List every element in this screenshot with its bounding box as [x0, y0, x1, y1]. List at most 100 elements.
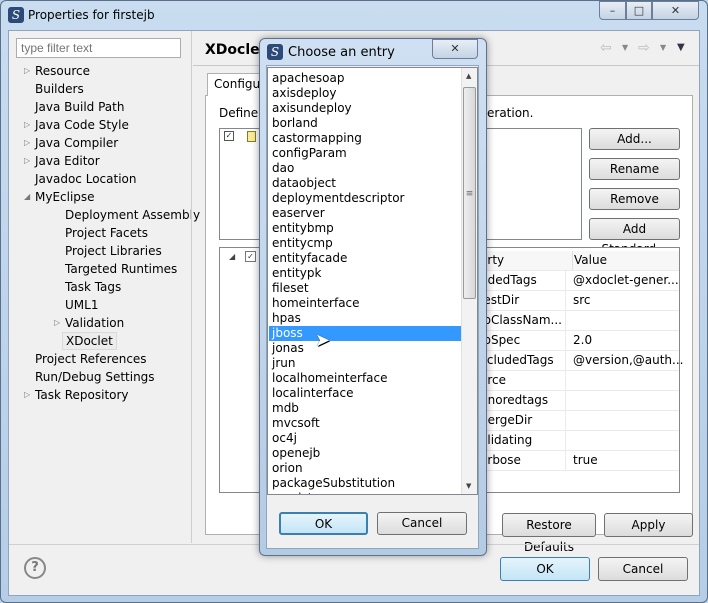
table-row[interactable]: alidating: [480, 431, 679, 451]
list-item[interactable]: entityfacade: [269, 251, 461, 266]
help-icon[interactable]: ?: [24, 557, 46, 579]
list-item[interactable]: apachesoap: [269, 71, 461, 86]
scroll-up-icon[interactable]: ▲: [466, 72, 471, 80]
remove-button[interactable]: Remove: [589, 188, 680, 210]
table-row[interactable]: xcludedTags @version,@auth...: [480, 351, 683, 371]
list-item[interactable]: mvcsoft: [269, 416, 461, 431]
entry-list-scrollbar[interactable]: ▲ ≡ ▼: [461, 68, 477, 494]
restore-defaults-button[interactable]: Restore Defaults: [502, 513, 596, 554]
sidebar-item[interactable]: XDoclet: [62, 332, 117, 350]
sidebar-item[interactable]: Java Editor: [35, 152, 100, 170]
property-value: @xdoclet-gener...: [565, 271, 679, 291]
property-name: gnoredtags: [480, 393, 549, 407]
list-item[interactable]: easerver: [269, 206, 461, 221]
list-item[interactable]: configParam: [269, 146, 461, 161]
collapsed-arrow-icon[interactable]: ▷: [24, 390, 30, 399]
sidebar-item[interactable]: Project Libraries: [65, 242, 162, 260]
table-row[interactable]: erbose true: [480, 451, 679, 471]
table-row[interactable]: jbClassNam...: [480, 311, 679, 331]
list-item[interactable]: oc4j: [269, 431, 461, 446]
list-item[interactable]: entitybmp: [269, 221, 461, 236]
forward-arrow-icon[interactable]: ⇨: [638, 40, 650, 56]
forward-menu-icon[interactable]: ▼: [660, 43, 666, 52]
table-row[interactable]: jbSpec 2.0: [480, 331, 679, 351]
list-item[interactable]: localinterface: [269, 386, 461, 401]
sidebar-item[interactable]: Task Repository: [35, 386, 129, 404]
ok-button[interactable]: OK: [500, 557, 590, 581]
sidebar-item[interactable]: Java Compiler: [35, 134, 118, 152]
list-item[interactable]: entitycmp: [269, 236, 461, 251]
sidebar-item[interactable]: Targeted Runtimes: [65, 260, 177, 278]
expanded-arrow-icon[interactable]: ◢: [24, 192, 30, 201]
sidebar-item[interactable]: Project Facets: [65, 224, 148, 242]
sidebar-item[interactable]: Run/Debug Settings: [35, 368, 155, 386]
entry-list[interactable]: apachesoap axisdeploy axisundeploy borland c…: [267, 67, 478, 495]
list-item[interactable]: homeinterface: [269, 296, 461, 311]
table-row[interactable]: ddedTags @xdoclet-gener...: [480, 271, 679, 291]
sidebar-item[interactable]: Java Code Style: [35, 116, 129, 134]
collapsed-arrow-icon[interactable]: ▷: [24, 120, 30, 129]
table-row[interactable]: nergeDir: [480, 411, 679, 431]
close-button[interactable]: ✕: [652, 1, 699, 20]
scroll-thumb[interactable]: ≡: [463, 87, 476, 299]
dialog-close-button[interactable]: ✕: [432, 39, 478, 59]
dialog-ok-button[interactable]: OK: [279, 512, 368, 535]
list-item[interactable]: openejb: [269, 446, 461, 461]
add-standard-button[interactable]: Add Standard...: [589, 218, 680, 256]
list-item[interactable]: deploymentdescriptor: [269, 191, 461, 206]
dialog-cancel-button[interactable]: Cancel: [377, 512, 467, 535]
checkbox[interactable]: ✓: [224, 131, 234, 141]
sidebar-item[interactable]: Java Build Path: [35, 98, 124, 116]
sidebar-item[interactable]: MyEclipse: [35, 188, 95, 206]
property-name: alidating: [480, 433, 533, 447]
table-row[interactable]: lestDir src: [480, 291, 679, 311]
list-item[interactable]: dataobject: [269, 176, 461, 191]
sidebar-item[interactable]: UML1: [65, 296, 98, 314]
list-item[interactable]: hpas: [269, 311, 461, 326]
list-item[interactable]: dao: [269, 161, 461, 176]
sidebar-item[interactable]: Validation: [65, 314, 124, 332]
list-item[interactable]: jrun: [269, 356, 461, 371]
cancel-button[interactable]: Cancel: [598, 557, 688, 581]
sidebar-item[interactable]: Task Tags: [65, 278, 121, 296]
sidebar-item[interactable]: Javadoc Location: [35, 170, 136, 188]
list-item[interactable]: orion: [269, 461, 461, 476]
apply-button[interactable]: Apply: [604, 513, 693, 537]
back-arrow-icon[interactable]: ⇦: [600, 40, 612, 56]
list-item[interactable]: axisdeploy: [269, 86, 461, 101]
list-item[interactable]: packageSubstitution: [269, 476, 461, 491]
scroll-down-icon[interactable]: ▼: [466, 482, 471, 490]
add-button[interactable]: Add...: [589, 128, 680, 150]
sidebar-item[interactable]: Resource: [35, 62, 90, 80]
view-menu-icon[interactable]: ▼: [677, 42, 685, 53]
maximize-button[interactable]: □: [626, 1, 652, 20]
tab-configurations[interactable]: Configur: [207, 73, 267, 96]
table-row[interactable]: gnoredtags: [480, 391, 679, 411]
list-item[interactable]: jboss: [269, 326, 461, 341]
sidebar-item[interactable]: Project References: [35, 350, 147, 368]
rename-button[interactable]: Rename: [589, 158, 680, 180]
list-item[interactable]: jonas: [269, 341, 461, 356]
list-item[interactable]: entitypk: [269, 266, 461, 281]
sidebar-item[interactable]: Deployment Assembly: [65, 206, 200, 224]
column-header-value[interactable]: Value: [572, 251, 607, 270]
filter-input[interactable]: [16, 38, 181, 58]
list-item[interactable]: mdb: [269, 401, 461, 416]
expanded-arrow-icon[interactable]: ◢: [229, 252, 235, 261]
sidebar-item[interactable]: Builders: [35, 80, 84, 98]
collapsed-arrow-icon[interactable]: ▷: [24, 66, 30, 75]
list-item[interactable]: localhomeinterface: [269, 371, 461, 386]
list-item[interactable]: castormapping: [269, 131, 461, 146]
list-item[interactable]: axisundeploy: [269, 101, 461, 116]
table-row[interactable]: orce: [480, 371, 679, 391]
checkbox[interactable]: ✓: [245, 251, 256, 262]
list-item[interactable]: borland: [269, 116, 461, 131]
collapsed-arrow-icon[interactable]: ▷: [24, 156, 30, 165]
collapsed-arrow-icon[interactable]: ▷: [24, 138, 30, 147]
list-item[interactable]: persistence: [269, 491, 461, 494]
minimize-button[interactable]: –: [599, 1, 626, 20]
list-item[interactable]: fileset: [269, 281, 461, 296]
pane-divider: [191, 31, 192, 543]
back-menu-icon[interactable]: ▼: [622, 43, 628, 52]
collapsed-arrow-icon[interactable]: ▷: [54, 318, 60, 327]
